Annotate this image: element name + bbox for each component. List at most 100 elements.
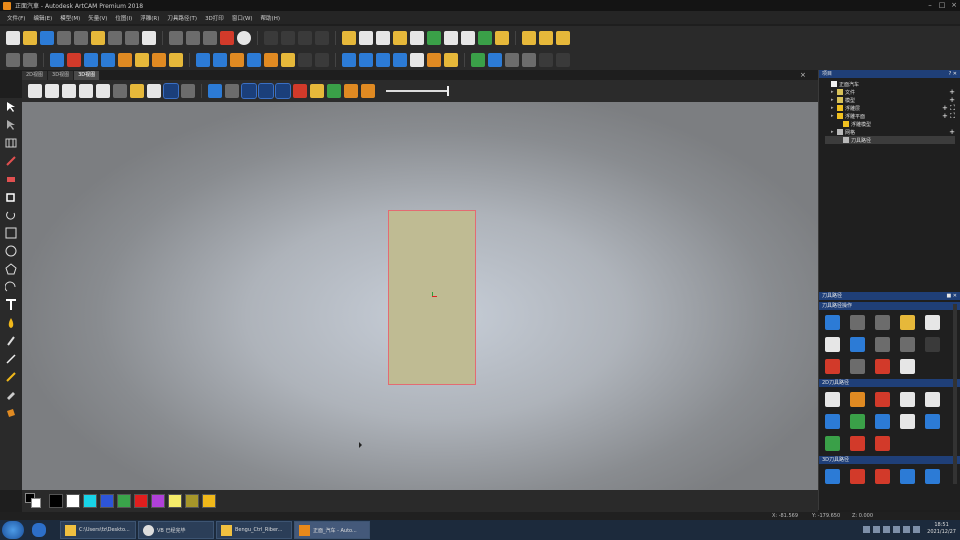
select-arrow-icon[interactable] — [5, 101, 17, 113]
toolpath-3d-icon[interactable] — [900, 469, 915, 484]
panel-pin-icon[interactable]: ? ✕ — [949, 70, 957, 78]
light-bulb-icon[interactable] — [130, 84, 144, 98]
node-edit-icon[interactable] — [5, 119, 17, 131]
swatch-cyan[interactable] — [83, 494, 97, 508]
relief-icon[interactable] — [84, 53, 98, 67]
network-icon[interactable] — [903, 525, 911, 533]
redo-icon[interactable] — [125, 31, 139, 45]
relief-icon[interactable] — [359, 53, 373, 67]
2d-toolpaths-section[interactable]: 2D刀具路径 — [819, 379, 960, 387]
cube-view-icon[interactable] — [45, 84, 59, 98]
relief-icon[interactable] — [135, 53, 149, 67]
relief-icon[interactable] — [298, 53, 312, 67]
menu-toolpaths[interactable]: 刀具路径(T) — [167, 14, 197, 22]
relief-icon[interactable] — [505, 53, 519, 67]
layer-copy-icon[interactable] — [478, 31, 492, 45]
3d-toolpaths-section[interactable]: 3D刀具路径 — [819, 456, 960, 464]
cube-view-icon[interactable] — [96, 84, 110, 98]
polygon-icon[interactable] — [5, 263, 17, 275]
relief-icon[interactable] — [213, 53, 227, 67]
spiral-icon[interactable] — [23, 53, 37, 67]
node-icon[interactable] — [522, 31, 536, 45]
swatch-green[interactable] — [117, 494, 131, 508]
slider-knob[interactable] — [447, 86, 449, 96]
toolpath-op-icon[interactable] — [825, 315, 840, 330]
relief-icon[interactable] — [169, 53, 183, 67]
star-burst-icon[interactable] — [410, 31, 424, 45]
expand-arrow-icon[interactable]: ▸ — [831, 97, 835, 103]
shape-icon[interactable] — [298, 31, 312, 45]
relief-icon[interactable] — [315, 53, 329, 67]
zoom-icon[interactable] — [113, 84, 127, 98]
toolpath-2d-icon[interactable] — [825, 392, 840, 407]
crop-icon[interactable] — [169, 31, 183, 45]
add-item-icon[interactable]: + ⛶ — [942, 112, 955, 120]
project-tree-item[interactable]: ▸ 模型 + — [825, 96, 955, 104]
browser-icon[interactable] — [32, 523, 46, 537]
pen-icon[interactable] — [393, 31, 407, 45]
zoom-icon[interactable] — [6, 53, 20, 67]
axis-icon[interactable] — [163, 83, 179, 99]
project-tree-item[interactable]: 浮雕模型 — [825, 120, 955, 128]
project-tree-item[interactable]: ▸ 网格 + — [825, 128, 955, 136]
circle-icon[interactable] — [5, 245, 17, 257]
eraser-icon[interactable] — [5, 173, 17, 185]
project-tree-item[interactable]: ▸ 文件 + — [825, 88, 955, 96]
toolpath-op-icon[interactable] — [825, 337, 840, 352]
menu-relief[interactable]: 浮雕(R) — [140, 14, 159, 22]
wave-icon[interactable] — [539, 31, 553, 45]
menu-help[interactable]: 帮助(H) — [261, 14, 280, 22]
toolpath-op-icon[interactable] — [850, 337, 865, 352]
menu-bitmap[interactable]: 位图(I) — [115, 14, 132, 22]
relief-icon[interactable] — [344, 84, 358, 98]
swatch-light-yellow[interactable] — [168, 494, 182, 508]
toolpath-op-icon[interactable] — [900, 337, 915, 352]
toolpath-2d-icon[interactable] — [825, 436, 840, 451]
relief-icon[interactable] — [67, 53, 81, 67]
toolpath-2d-icon[interactable] — [825, 414, 840, 429]
relief-icon[interactable] — [264, 53, 278, 67]
swatch-purple[interactable] — [151, 494, 165, 508]
paste-icon[interactable] — [91, 31, 105, 45]
swatch-blue[interactable] — [100, 494, 114, 508]
menu-3d-print[interactable]: 3D打印 — [205, 14, 224, 22]
relief-icon[interactable] — [225, 84, 239, 98]
relief-icon[interactable] — [310, 84, 324, 98]
text-icon[interactable] — [5, 299, 17, 311]
toolpath-op-icon[interactable] — [900, 315, 915, 330]
taskbar-item[interactable]: Bengu_Ctrl_Riber... — [216, 521, 292, 539]
relief-icon[interactable] — [258, 83, 274, 99]
toolpath-3d-icon[interactable] — [875, 469, 890, 484]
project-tree-item[interactable]: 正面汽车 — [825, 80, 955, 88]
zigzag-icon[interactable] — [556, 31, 570, 45]
transform-icon[interactable] — [5, 137, 17, 149]
menu-model[interactable]: 模型(M) — [60, 14, 80, 22]
relief-icon[interactable] — [488, 53, 502, 67]
relief-icon[interactable] — [281, 53, 295, 67]
layers-icon[interactable] — [186, 31, 200, 45]
toolpath-3d-icon[interactable] — [925, 469, 940, 484]
relief-icon[interactable] — [208, 84, 222, 98]
expand-arrow-icon[interactable]: ▸ — [831, 89, 835, 95]
close-view-icon[interactable]: × — [800, 71, 806, 79]
toolpath-2d-icon[interactable] — [850, 392, 865, 407]
relief-icon[interactable] — [361, 84, 375, 98]
relief-icon[interactable] — [196, 53, 210, 67]
arc-icon[interactable] — [5, 281, 17, 293]
toolpath-2d-icon[interactable] — [900, 392, 915, 407]
relief-icon[interactable] — [275, 83, 291, 99]
relief-icon[interactable] — [342, 53, 356, 67]
toolpath-2d-icon[interactable] — [875, 392, 890, 407]
cube-view-icon[interactable] — [62, 84, 76, 98]
smudge-icon[interactable] — [5, 371, 17, 383]
relief-icon[interactable] — [101, 53, 115, 67]
tray-icon[interactable] — [863, 525, 871, 533]
toolpath-op-icon[interactable] — [875, 337, 890, 352]
notes-icon[interactable] — [142, 31, 156, 45]
pen-tool-icon[interactable] — [5, 353, 17, 365]
relief-icon[interactable] — [539, 53, 553, 67]
relief-icon[interactable] — [427, 31, 441, 45]
expand-arrow-icon[interactable]: ▸ — [831, 129, 835, 135]
toolpath-operations-section[interactable]: 刀具路径操作 — [819, 302, 960, 310]
secondary-color[interactable] — [31, 498, 41, 508]
